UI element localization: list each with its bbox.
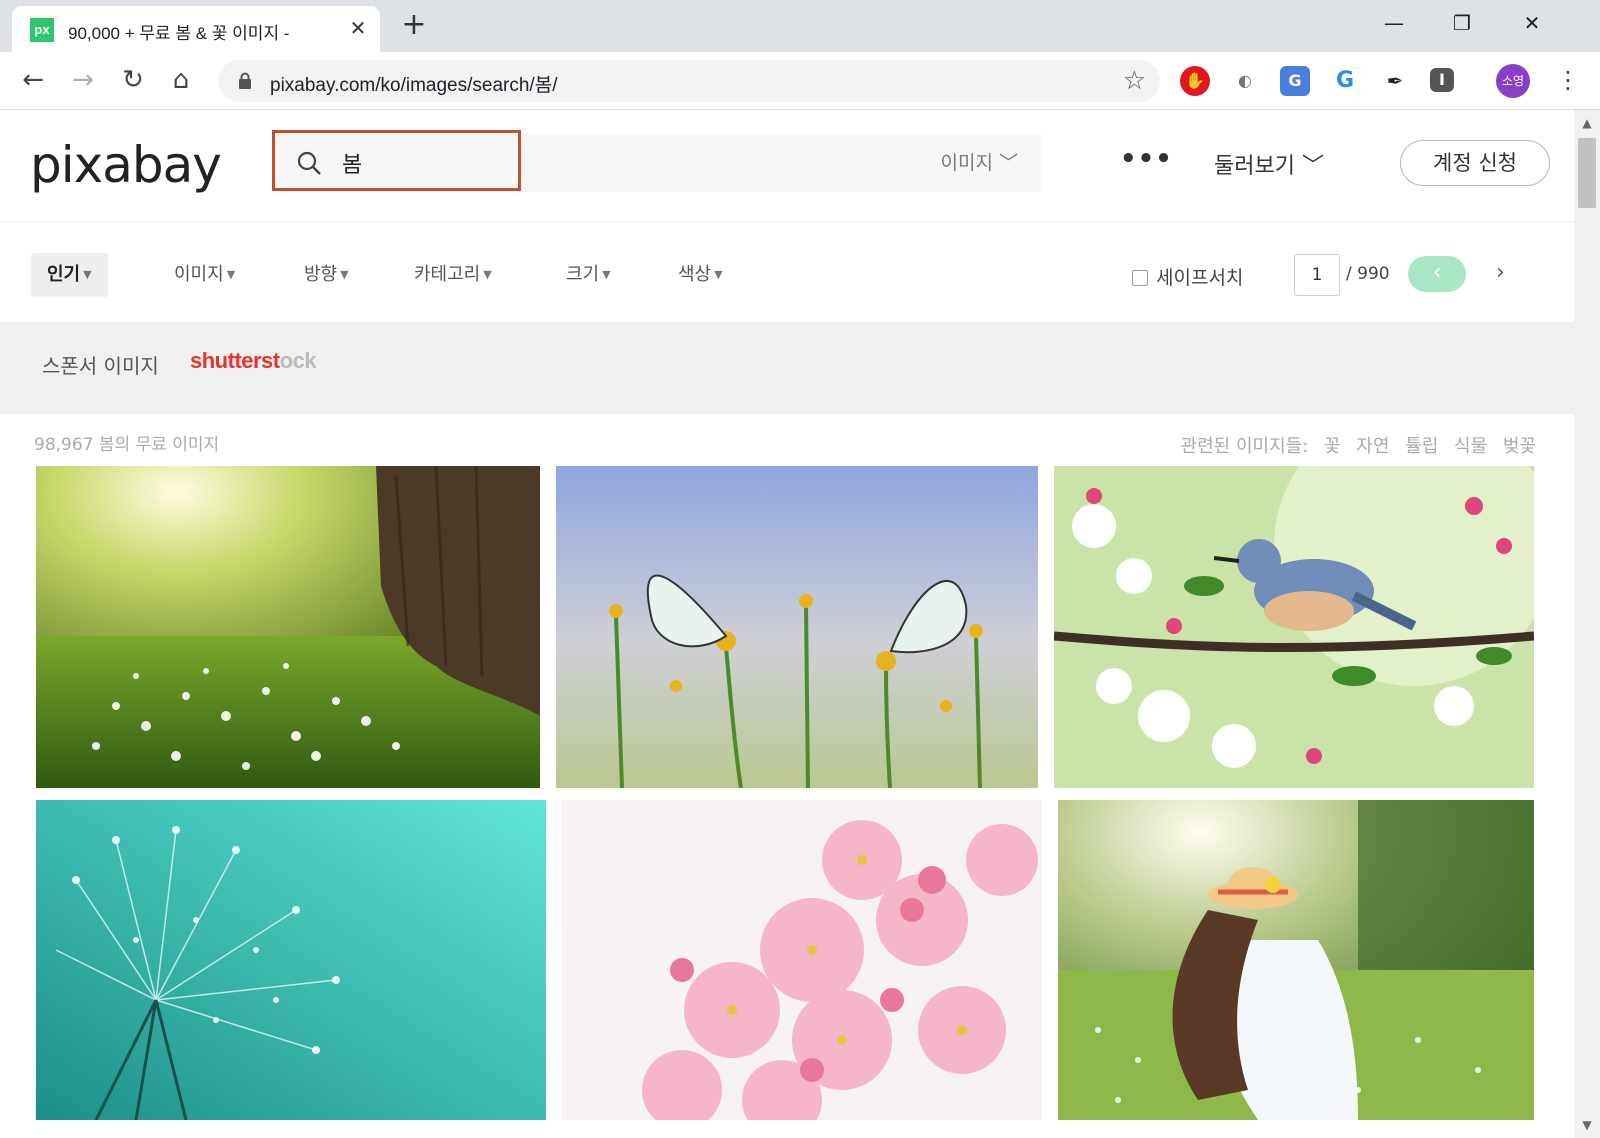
- signup-button[interactable]: 계정 신청: [1400, 140, 1550, 186]
- page-scrollbar[interactable]: ▲ ▼: [1574, 110, 1600, 1138]
- chevron-down-icon: ﹀: [1301, 154, 1324, 179]
- restore-icon[interactable]: ❐: [1442, 8, 1482, 40]
- search-type-label: 이미지: [940, 152, 993, 174]
- filter-label: 이미지: [174, 264, 224, 285]
- caret-down-icon: ▼: [226, 268, 236, 281]
- photo-dandelion[interactable]: [36, 800, 546, 1120]
- page-total: / 990: [1346, 264, 1390, 284]
- pixabay-logo[interactable]: pixabay: [30, 136, 222, 194]
- translate-extension-icon[interactable]: G: [1280, 66, 1310, 96]
- photo-bird-blossom[interactable]: [1054, 466, 1534, 788]
- new-tab-button[interactable]: +: [398, 10, 430, 42]
- bookmark-star-icon[interactable]: ☆: [1123, 66, 1146, 96]
- profile-avatar[interactable]: 소영: [1496, 64, 1530, 98]
- cherry-blossom-image: [562, 800, 1042, 1120]
- browser-tab[interactable]: px 90,000 + 무료 봄 & 꽃 이미지 - ✕: [12, 6, 380, 52]
- scroll-thumb[interactable]: [1578, 138, 1596, 208]
- search-type-dropdown[interactable]: 이미지 ﹀: [940, 148, 1018, 175]
- scroll-up-icon[interactable]: ▲: [1580, 116, 1594, 130]
- browser-menu-icon[interactable]: ⋮: [1556, 64, 1580, 98]
- browser-tabstrip: px 90,000 + 무료 봄 & 꽃 이미지 - ✕ + — ❐ ✕: [0, 0, 1600, 52]
- photo-meadow-tree[interactable]: [36, 466, 540, 788]
- filter-bar: 인기 ▼ 이미지 ▼ 방향 ▼ 카테고리 ▼ 크기 ▼ 색상 ▼ 세이프서치 1 / 990…: [0, 222, 1574, 322]
- results-count: 98,967 봄의 무료 이미지: [34, 435, 220, 455]
- filter-popular[interactable]: 인기 ▼: [31, 253, 108, 297]
- scroll-down-icon[interactable]: ▼: [1580, 1118, 1594, 1132]
- sponsor-banner: 스폰서 이미지 shutterstock: [0, 322, 1574, 414]
- safesearch-label: 세이프서치: [1156, 267, 1244, 289]
- filter-label: 인기: [47, 264, 81, 285]
- photo-butterflies[interactable]: [556, 466, 1038, 788]
- eyedropper-extension-icon[interactable]: ✒: [1380, 66, 1410, 96]
- lock-icon: [239, 72, 251, 89]
- dandelion-image: [36, 800, 546, 1120]
- shutterstock-text-a: shutterst: [190, 348, 280, 373]
- caret-down-icon: ▼: [340, 268, 349, 281]
- butterflies-image: [556, 466, 1038, 788]
- shutterstock-logo[interactable]: shutterstock: [190, 348, 317, 374]
- caret-down-icon: ▼: [602, 268, 611, 281]
- filter-category[interactable]: 카테고리 ▼: [414, 253, 492, 297]
- ireader-extension-icon[interactable]: I: [1430, 68, 1454, 92]
- pixabay-favicon-icon: px: [30, 18, 54, 42]
- edge-extension-icon[interactable]: G: [1330, 66, 1360, 96]
- filter-label: 카테고리: [414, 264, 481, 285]
- forward-icon[interactable]: →: [66, 64, 100, 98]
- search-highlight-box: [272, 130, 521, 191]
- explore-label: 둘러보기: [1214, 154, 1295, 179]
- related-tag-plant[interactable]: 식물: [1454, 436, 1487, 457]
- sponsor-label: 스폰서 이미지: [42, 354, 159, 378]
- safesearch-toggle[interactable]: 세이프서치: [1132, 263, 1243, 290]
- filter-image-type[interactable]: 이미지 ▼: [174, 253, 235, 297]
- next-page-button[interactable]: ›: [1496, 260, 1505, 285]
- meadow-tree-image: [36, 466, 540, 788]
- related-label: 관련된 이미지들:: [1180, 436, 1309, 457]
- chevron-down-icon: ﹀: [998, 152, 1018, 174]
- browser-toolbar: ← → ↻ ⌂ pixabay.com/ko/images/search/봄/ …: [0, 52, 1600, 110]
- photo-girl-in-meadow[interactable]: [1058, 800, 1534, 1120]
- filter-size[interactable]: 크기 ▼: [566, 253, 611, 297]
- mouse-extension-icon[interactable]: ◐: [1230, 66, 1260, 96]
- close-window-icon[interactable]: ✕: [1512, 8, 1552, 40]
- page-number-input[interactable]: 1: [1294, 254, 1340, 296]
- girl-meadow-image: [1058, 800, 1534, 1120]
- related-tag-nature[interactable]: 자연: [1356, 436, 1389, 457]
- home-icon[interactable]: ⌂: [164, 64, 198, 98]
- related-tags: 관련된 이미지들: 꽃 자연 튤립 식물 벚꽃: [1181, 432, 1536, 458]
- shutterstock-text-b: ck: [292, 348, 317, 373]
- filter-color[interactable]: 색상 ▼: [678, 253, 723, 297]
- back-icon[interactable]: ←: [16, 64, 50, 98]
- minimize-icon[interactable]: —: [1374, 8, 1414, 40]
- caret-down-icon: ▼: [483, 268, 492, 281]
- safesearch-checkbox[interactable]: [1132, 270, 1148, 286]
- filter-orientation[interactable]: 방향 ▼: [304, 253, 349, 297]
- filter-label: 방향: [304, 264, 338, 285]
- filter-label: 색상: [678, 264, 712, 285]
- close-tab-icon[interactable]: ✕: [346, 16, 370, 40]
- shutterstock-o-icon: o: [279, 348, 293, 373]
- prev-page-button[interactable]: ‹: [1408, 256, 1466, 292]
- site-header: pixabay 이미지 ﹀ ••• 둘러보기 ﹀ 계정 신청: [0, 110, 1574, 222]
- related-tag-flower[interactable]: 꽃: [1324, 436, 1341, 457]
- explore-menu[interactable]: 둘러보기 ﹀: [1214, 148, 1324, 180]
- related-tag-cherry-blossom[interactable]: 벚꽃: [1503, 436, 1536, 457]
- more-options-icon[interactable]: •••: [1120, 144, 1173, 174]
- reload-icon[interactable]: ↻: [116, 64, 150, 98]
- caret-down-icon: ▼: [714, 268, 723, 281]
- caret-down-icon: ▼: [83, 268, 92, 281]
- url-text: pixabay.com/ko/images/search/봄/: [270, 75, 558, 96]
- filter-label: 크기: [566, 264, 600, 285]
- adblock-extension-icon[interactable]: ✋: [1180, 66, 1210, 96]
- address-bar[interactable]: pixabay.com/ko/images/search/봄/ ☆: [218, 60, 1160, 102]
- photo-cherry-blossom[interactable]: [562, 800, 1042, 1120]
- related-tag-tulip[interactable]: 튤립: [1405, 436, 1438, 457]
- bird-blossom-image: [1054, 466, 1534, 788]
- tab-title: 90,000 + 무료 봄 & 꽃 이미지 -: [68, 24, 290, 43]
- page-content: pixabay 이미지 ﹀ ••• 둘러보기 ﹀ 계정 신청 인기▼ 이미지▼ …: [0, 110, 1574, 1138]
